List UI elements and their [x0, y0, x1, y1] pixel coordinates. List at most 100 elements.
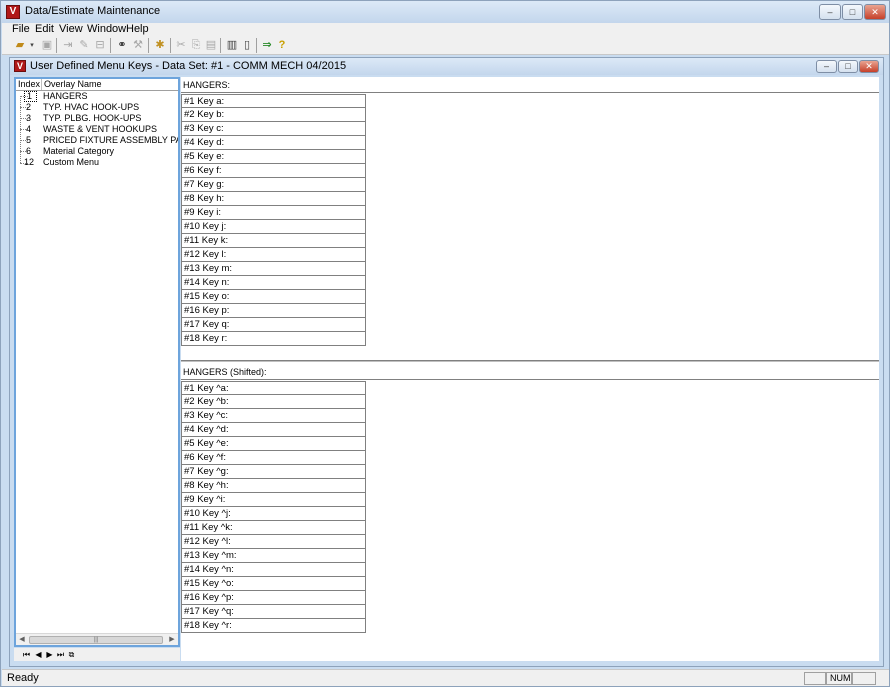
binoculars-icon[interactable]: ⚭: [114, 38, 130, 53]
key-list-hangers-shifted: #1 Key ^a: #2 Key ^b: #3 Key ^c: #4 Key …: [181, 381, 366, 633]
scroll-thumb[interactable]: |||: [29, 636, 163, 644]
key-row[interactable]: #12 Key l:: [182, 248, 365, 262]
tree-item-name: Material Category: [43, 146, 115, 156]
child-close-button[interactable]: ✕: [859, 60, 879, 73]
key-row[interactable]: #18 Key r:: [182, 332, 365, 346]
key-row[interactable]: #14 Key ^n:: [182, 563, 365, 577]
star-icon[interactable]: ✱: [152, 38, 168, 53]
key-row[interactable]: #11 Key ^k:: [182, 521, 365, 535]
key-row[interactable]: #1 Key ^a:: [182, 381, 365, 395]
tree-item-index: 5: [26, 135, 32, 145]
next-record-icon[interactable]: ▶: [45, 649, 54, 660]
help-icon[interactable]: ?: [274, 38, 290, 53]
key-row[interactable]: #1 Key a:: [182, 94, 365, 108]
title-bar[interactable]: V Data/Estimate Maintenance – □ ✕: [1, 1, 889, 23]
key-row[interactable]: #8 Key ^h:: [182, 479, 365, 493]
key-row[interactable]: #3 Key ^c:: [182, 409, 365, 423]
close-button[interactable]: ✕: [864, 4, 886, 20]
copy-record-icon[interactable]: ⧉: [67, 649, 76, 660]
key-row[interactable]: #14 Key n:: [182, 276, 365, 290]
tree-item-hangers[interactable]: 1 HANGERS: [16, 91, 178, 102]
key-row[interactable]: #6 Key ^f:: [182, 451, 365, 465]
key-row[interactable]: #17 Key ^q:: [182, 605, 365, 619]
index-column-header[interactable]: Index: [18, 79, 40, 90]
key-row[interactable]: #12 Key ^l:: [182, 535, 365, 549]
tree-item-name: TYP. HVAC HOOK-UPS: [43, 102, 140, 112]
scroll-right-icon[interactable]: ▶: [166, 634, 178, 646]
key-row[interactable]: #6 Key f:: [182, 164, 365, 178]
scroll-left-icon[interactable]: ◀: [16, 634, 28, 646]
key-row[interactable]: #2 Key ^b:: [182, 395, 365, 409]
cut-column-icon[interactable]: ⇥: [60, 38, 76, 53]
key-row[interactable]: #16 Key ^p:: [182, 591, 365, 605]
key-row[interactable]: #10 Key ^j:: [182, 507, 365, 521]
menu-help[interactable]: Help: [126, 23, 149, 36]
key-row[interactable]: #7 Key g:: [182, 178, 365, 192]
minimize-button[interactable]: –: [819, 4, 841, 20]
print-setup-icon[interactable]: ⊟: [92, 38, 108, 53]
paste-icon[interactable]: ▤: [203, 38, 219, 53]
app-logo-icon[interactable]: V: [6, 5, 20, 19]
section-splitter[interactable]: [181, 360, 879, 362]
tree-item-plbg-hookups[interactable]: 3 TYP. PLBG. HOOK-UPS: [16, 113, 178, 124]
record-navigation: ⏮ ◀ ▶ ⏭ ⧉: [14, 648, 180, 661]
name-column-header[interactable]: Overlay Name: [41, 79, 102, 90]
cut-icon[interactable]: ✂: [173, 38, 189, 53]
child-title-bar[interactable]: V User Defined Menu Keys - Data Set: #1 …: [10, 58, 883, 75]
key-row[interactable]: #17 Key q:: [182, 318, 365, 332]
key-row[interactable]: #10 Key j:: [182, 220, 365, 234]
key-row[interactable]: #13 Key ^m:: [182, 549, 365, 563]
status-pane-caps: [804, 672, 826, 685]
tree-item-waste-vent[interactable]: 4 WASTE & VENT HOOKUPS: [16, 124, 178, 135]
key-row[interactable]: #13 Key m:: [182, 262, 365, 276]
child-app-icon[interactable]: V: [14, 60, 26, 72]
tree-horizontal-scrollbar[interactable]: ◀ ||| ▶: [16, 633, 178, 645]
maximize-button[interactable]: □: [842, 4, 863, 20]
preview-icon[interactable]: ▯: [239, 38, 255, 53]
key-row[interactable]: #7 Key ^g:: [182, 465, 365, 479]
child-window-title: User Defined Menu Keys - Data Set: #1 - …: [30, 60, 347, 72]
overlay-tree[interactable]: Index Overlay Name 1 HANGERS 2 TYP. HVAC…: [14, 77, 180, 647]
last-record-icon[interactable]: ⏭: [56, 649, 65, 660]
tree-item-name: PRICED FIXTURE ASSEMBLY PACKA: [43, 135, 178, 145]
chevron-down-icon[interactable]: ▾: [28, 38, 36, 53]
exit-icon[interactable]: ⇒: [259, 38, 275, 53]
tree-item-hvac-hookups[interactable]: 2 TYP. HVAC HOOK-UPS: [16, 102, 178, 113]
child-maximize-button[interactable]: □: [838, 60, 858, 73]
print-icon[interactable]: ▥: [224, 38, 240, 53]
window-title: Data/Estimate Maintenance: [25, 5, 161, 17]
first-record-icon[interactable]: ⏮: [22, 649, 31, 660]
menu-file[interactable]: File: [12, 23, 30, 36]
edit-icon[interactable]: ✎: [76, 38, 92, 53]
prev-record-icon[interactable]: ◀: [34, 649, 43, 660]
tree-item-name: Custom Menu: [43, 157, 100, 167]
key-row[interactable]: #18 Key ^r:: [182, 619, 365, 633]
key-row[interactable]: #9 Key ^i:: [182, 493, 365, 507]
tree-item-material-category[interactable]: 6 Material Category: [16, 146, 178, 157]
key-row[interactable]: #11 Key k:: [182, 234, 365, 248]
key-row[interactable]: #5 Key e:: [182, 150, 365, 164]
tree-item-index: 4: [26, 124, 32, 134]
save-icon[interactable]: ▣: [39, 38, 55, 53]
section-divider: [181, 379, 879, 380]
status-text: Ready: [7, 672, 39, 684]
key-row[interactable]: #5 Key ^e:: [182, 437, 365, 451]
key-row[interactable]: #16 Key p:: [182, 304, 365, 318]
key-row[interactable]: #4 Key d:: [182, 136, 365, 150]
tree-item-priced-fixture[interactable]: 5 PRICED FIXTURE ASSEMBLY PACKA: [16, 135, 178, 146]
copy-icon[interactable]: ⎘: [188, 38, 204, 53]
key-row[interactable]: #2 Key b:: [182, 108, 365, 122]
key-row[interactable]: #8 Key h:: [182, 192, 365, 206]
open-icon[interactable]: ▰: [12, 38, 28, 53]
menu-window[interactable]: Window: [87, 23, 126, 36]
key-row[interactable]: #3 Key c:: [182, 122, 365, 136]
menu-edit[interactable]: Edit: [35, 23, 54, 36]
tree-item-custom-menu[interactable]: 12 Custom Menu: [16, 157, 178, 168]
key-row[interactable]: #4 Key ^d:: [182, 423, 365, 437]
tools-icon[interactable]: ⚒: [130, 38, 146, 53]
child-minimize-button[interactable]: –: [816, 60, 837, 73]
key-row[interactable]: #9 Key i:: [182, 206, 365, 220]
menu-view[interactable]: View: [59, 23, 83, 36]
key-row[interactable]: #15 Key o:: [182, 290, 365, 304]
key-row[interactable]: #15 Key ^o:: [182, 577, 365, 591]
